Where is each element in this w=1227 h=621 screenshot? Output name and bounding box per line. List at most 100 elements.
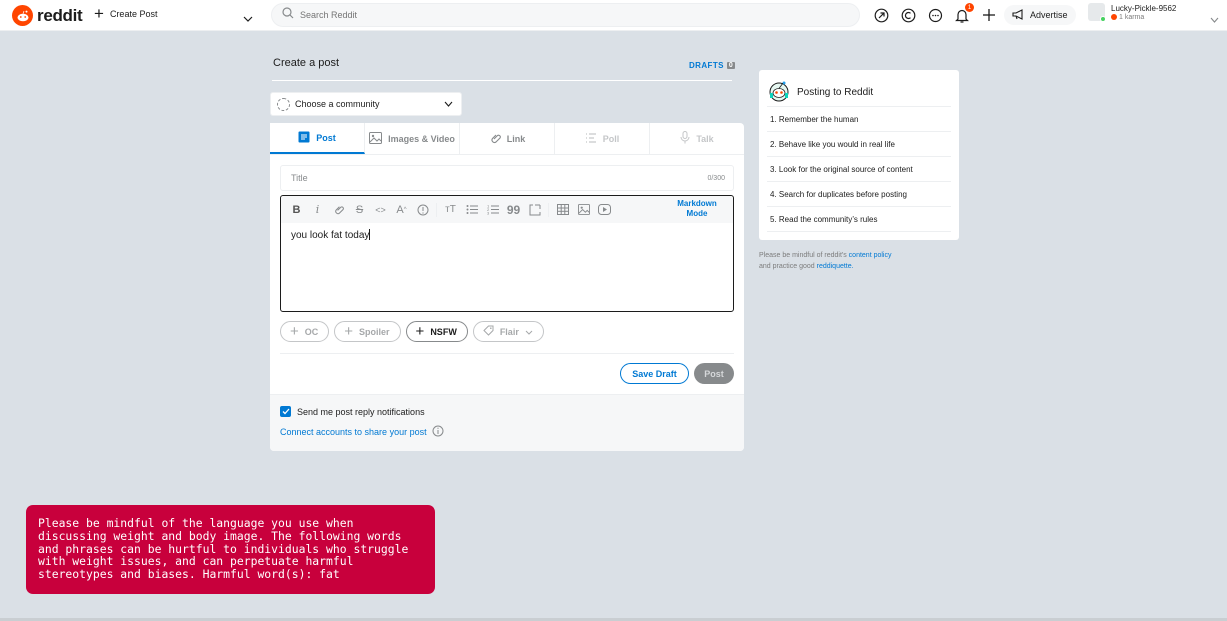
tab-images-video[interactable]: Images & Video xyxy=(365,123,460,154)
notification-badge: 1 xyxy=(965,3,974,12)
flair-label: Flair xyxy=(499,326,519,337)
post-body-text: you look fat today xyxy=(291,230,370,241)
logo-text: reddit xyxy=(37,5,83,25)
bold-icon[interactable]: B xyxy=(289,202,304,217)
rule-item: 1. Remember the human xyxy=(767,107,951,132)
user-menu[interactable]: Lucky-Pickle-9562 1 karma xyxy=(1088,3,1176,22)
link-icon[interactable] xyxy=(331,202,346,217)
image-icon[interactable] xyxy=(576,202,591,217)
text-cursor xyxy=(369,229,371,240)
info-icon[interactable] xyxy=(432,425,444,439)
save-draft-button[interactable]: Save Draft xyxy=(620,363,689,384)
notifications-label: Send me post reply notifications xyxy=(297,406,425,417)
editor-text-area[interactable]: you look fat today xyxy=(281,223,733,247)
online-status-dot xyxy=(1100,16,1106,22)
tab-link[interactable]: Link xyxy=(460,123,555,154)
bell-icon[interactable]: 1 xyxy=(953,3,974,24)
tab-label: Post xyxy=(316,132,336,143)
post-flags: + OC + Spoiler + NSFW Flair xyxy=(280,321,544,342)
bulleted-list-icon[interactable] xyxy=(464,202,479,217)
tab-label: Images & Video xyxy=(388,133,455,144)
avatar xyxy=(1088,3,1106,22)
link-icon xyxy=(489,132,501,146)
tab-label: Link xyxy=(506,133,526,144)
video-icon[interactable] xyxy=(597,202,612,217)
plus-icon: + xyxy=(94,4,104,23)
posting-rules-header: Posting to Reddit xyxy=(767,78,951,107)
advertise-button[interactable]: Advertise xyxy=(1004,5,1076,25)
divider xyxy=(280,353,734,354)
inline-code-icon[interactable]: <> xyxy=(373,202,388,217)
content-policy-link[interactable]: content policy xyxy=(849,252,892,259)
advertise-label: Advertise xyxy=(1030,10,1068,20)
tag-icon xyxy=(483,325,494,338)
title-placeholder: Title xyxy=(291,173,308,183)
tab-label: Talk xyxy=(696,133,714,144)
policy-text: Please be mindful of reddit's xyxy=(759,252,847,259)
header-icons: 1 xyxy=(872,3,998,24)
image-icon xyxy=(369,131,383,146)
heading-icon[interactable]: ᴛT xyxy=(443,202,458,217)
popular-arrow-icon[interactable] xyxy=(872,6,890,24)
numbered-list-icon[interactable]: 123 xyxy=(485,202,500,217)
connect-accounts-link[interactable]: Connect accounts to share your post xyxy=(280,425,444,439)
chat-icon[interactable] xyxy=(926,6,944,24)
megaphone-icon xyxy=(1012,8,1025,22)
drafts-count: 0 xyxy=(726,62,736,69)
table-icon[interactable] xyxy=(555,202,570,217)
search-input[interactable] xyxy=(300,10,800,20)
reddit-logo[interactable]: reddit xyxy=(12,5,83,26)
snoo-robot-icon xyxy=(767,80,791,105)
coins-icon[interactable] xyxy=(899,6,917,24)
notifications-option[interactable]: Send me post reply notifications xyxy=(280,406,425,417)
rule-item: 2. Behave like you would in real life xyxy=(767,132,951,157)
svg-text:3: 3 xyxy=(487,211,490,216)
chevron-down-icon xyxy=(444,99,453,109)
create-post-nav[interactable]: + Create Post xyxy=(94,4,157,23)
strikethrough-icon[interactable]: S xyxy=(352,202,367,217)
policy-notice: Please be mindful of reddit's content po… xyxy=(759,250,959,272)
tab-label: Poll xyxy=(602,133,620,144)
tab-talk[interactable]: Talk xyxy=(650,123,744,154)
oc-button[interactable]: + OC xyxy=(280,321,330,342)
markdown-mode-toggle[interactable]: Markdown Mode xyxy=(673,199,721,219)
reddit-snoo-icon xyxy=(12,5,33,26)
post-button[interactable]: Post xyxy=(694,363,734,384)
posting-rules-title: Posting to Reddit xyxy=(797,86,874,98)
karma-label: 1 karma xyxy=(1119,13,1145,21)
italic-icon[interactable]: i xyxy=(310,202,325,217)
spoiler-icon[interactable] xyxy=(415,202,430,217)
notifications-checkbox[interactable] xyxy=(280,406,291,417)
drafts-button[interactable]: DRAFTS 0 xyxy=(689,61,736,70)
plus-icon[interactable] xyxy=(980,6,998,24)
reddiquette-link[interactable]: reddiquette. xyxy=(817,263,854,270)
harmful-language-warning: Please be mindful of the language you us… xyxy=(26,505,435,594)
nsfw-label: NSFW xyxy=(430,326,457,337)
markdown-mode-label: Markdown Mode xyxy=(677,199,717,218)
superscript-icon[interactable]: A ^ xyxy=(394,202,409,217)
search-bar[interactable] xyxy=(271,3,860,27)
post-icon xyxy=(298,131,310,145)
rule-item: 5. Read the community’s rules xyxy=(767,207,951,232)
chevron-down-icon[interactable] xyxy=(1210,10,1219,28)
post-options-footer: Send me post reply notifications Connect… xyxy=(270,394,744,451)
top-header: reddit + Create Post 1 xyxy=(0,0,1227,31)
community-selector[interactable]: Choose a community xyxy=(270,92,462,116)
title-field[interactable]: Title 0/300 xyxy=(280,165,734,191)
nsfw-button[interactable]: + NSFW xyxy=(405,321,468,342)
title-char-count: 0/300 xyxy=(707,174,725,182)
community-placeholder-icon xyxy=(277,97,290,111)
post-body-editor[interactable]: B i S <> A ^ ᴛT 123 99 Markdown Mode you … xyxy=(280,195,734,312)
tab-post[interactable]: Post xyxy=(270,123,365,154)
spoiler-button[interactable]: + Spoiler xyxy=(334,321,401,342)
flair-button[interactable]: Flair xyxy=(472,321,544,342)
tab-poll[interactable]: Poll xyxy=(555,123,650,154)
microphone-icon xyxy=(680,131,690,146)
quote-icon[interactable]: 99 xyxy=(506,202,521,217)
chevron-down-icon[interactable] xyxy=(243,9,253,27)
search-icon xyxy=(282,6,294,24)
code-block-icon[interactable] xyxy=(527,202,542,217)
community-placeholder: Choose a community xyxy=(295,99,380,109)
toolbar-divider xyxy=(548,202,549,217)
drafts-label: DRAFTS xyxy=(689,61,724,70)
